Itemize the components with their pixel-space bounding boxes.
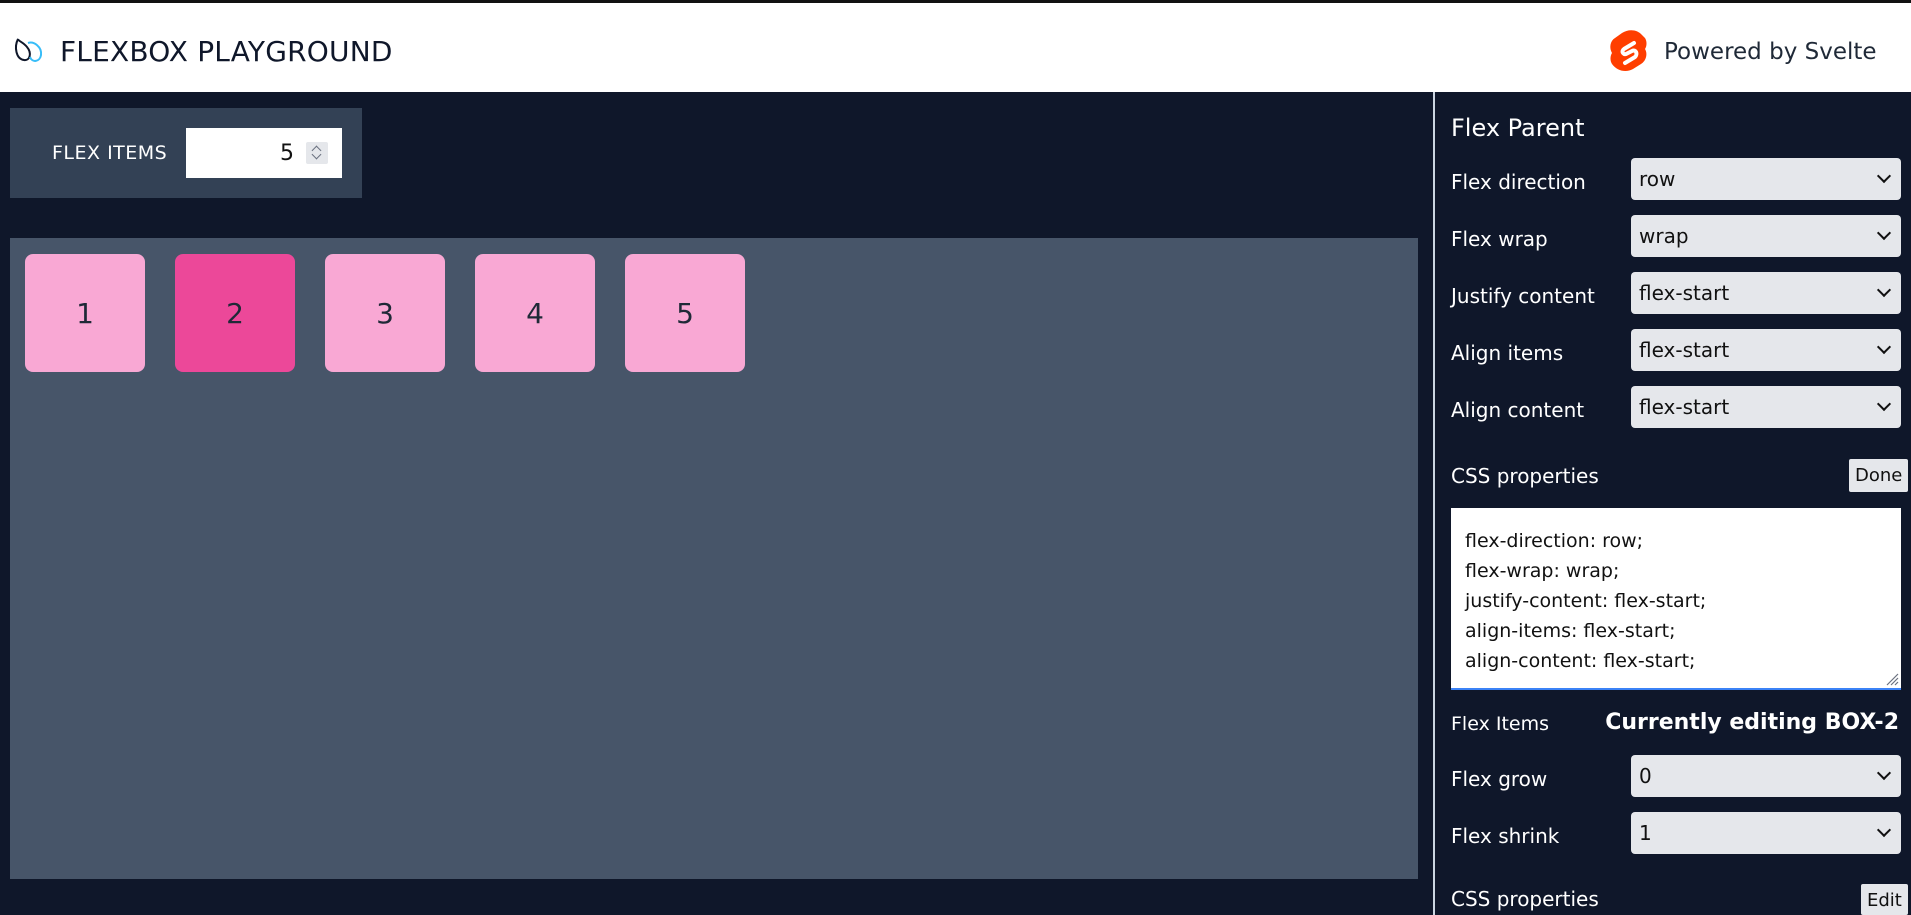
flex-items-label: FLEX ITEMS	[52, 142, 168, 164]
flex-grow-label: Flex grow	[1451, 767, 1548, 791]
app-title: FLEXBOX PLAYGROUND	[60, 35, 393, 68]
done-button[interactable]: Done	[1849, 459, 1909, 492]
resize-grip-icon[interactable]	[1885, 672, 1899, 686]
flex-box-4[interactable]: 4	[475, 254, 595, 372]
currently-editing-label: Currently editing BOX-2	[1605, 710, 1899, 735]
app-header: FLEXBOX PLAYGROUND Powered by Svelte	[0, 0, 1911, 92]
align-items-select[interactable]: flex-start	[1631, 329, 1901, 371]
flex-box-5[interactable]: 5	[625, 254, 745, 372]
spinner-arrows-icon[interactable]	[306, 142, 328, 164]
item-css-properties-label: CSS properties	[1451, 887, 1599, 911]
flex-items-title: Flex Items	[1451, 713, 1549, 735]
flex-items-control: FLEX ITEMS	[10, 108, 362, 198]
parent-css-properties-label: CSS properties	[1451, 464, 1599, 488]
flex-items-stepper[interactable]	[186, 128, 342, 178]
align-items-label: Align items	[1451, 341, 1564, 365]
flex-shrink-label: Flex shrink	[1451, 824, 1560, 848]
flex-direction-select[interactable]: row	[1631, 158, 1901, 200]
align-content-label: Align content	[1451, 398, 1585, 422]
flex-direction-label: Flex direction	[1451, 170, 1586, 194]
svelte-logo-icon[interactable]	[1608, 29, 1650, 75]
flex-box-3[interactable]: 3	[325, 254, 445, 372]
css-line: align-content: flex-start;	[1465, 650, 1696, 672]
flex-container: 1 2 3 4 5	[10, 238, 1418, 879]
parent-css-textarea[interactable]: flex-direction: row; flex-wrap: wrap; ju…	[1451, 508, 1901, 690]
properties-panel: Flex Parent Flex direction row Flex wrap…	[1433, 92, 1911, 915]
flex-box-2[interactable]: 2	[175, 254, 295, 372]
css-line: flex-direction: row;	[1465, 530, 1644, 552]
flex-wrap-label: Flex wrap	[1451, 227, 1548, 251]
flex-parent-title: Flex Parent	[1451, 114, 1585, 142]
flexbox-logo-icon	[15, 38, 43, 62]
flex-box-1[interactable]: 1	[25, 254, 145, 372]
justify-content-select[interactable]: flex-start	[1631, 272, 1901, 314]
css-line: justify-content: flex-start;	[1465, 590, 1707, 612]
flex-shrink-select[interactable]: 1	[1631, 812, 1901, 854]
flex-grow-select[interactable]: 0	[1631, 755, 1901, 797]
powered-by-link[interactable]: Powered by Svelte	[1664, 39, 1877, 65]
css-line: align-items: flex-start;	[1465, 620, 1676, 642]
justify-content-label: Justify content	[1451, 284, 1595, 308]
flex-items-input[interactable]	[186, 128, 306, 178]
flex-wrap-select[interactable]: wrap	[1631, 215, 1901, 257]
edit-button[interactable]: Edit	[1861, 884, 1908, 915]
css-line: flex-wrap: wrap;	[1465, 560, 1620, 582]
align-content-select[interactable]: flex-start	[1631, 386, 1901, 428]
